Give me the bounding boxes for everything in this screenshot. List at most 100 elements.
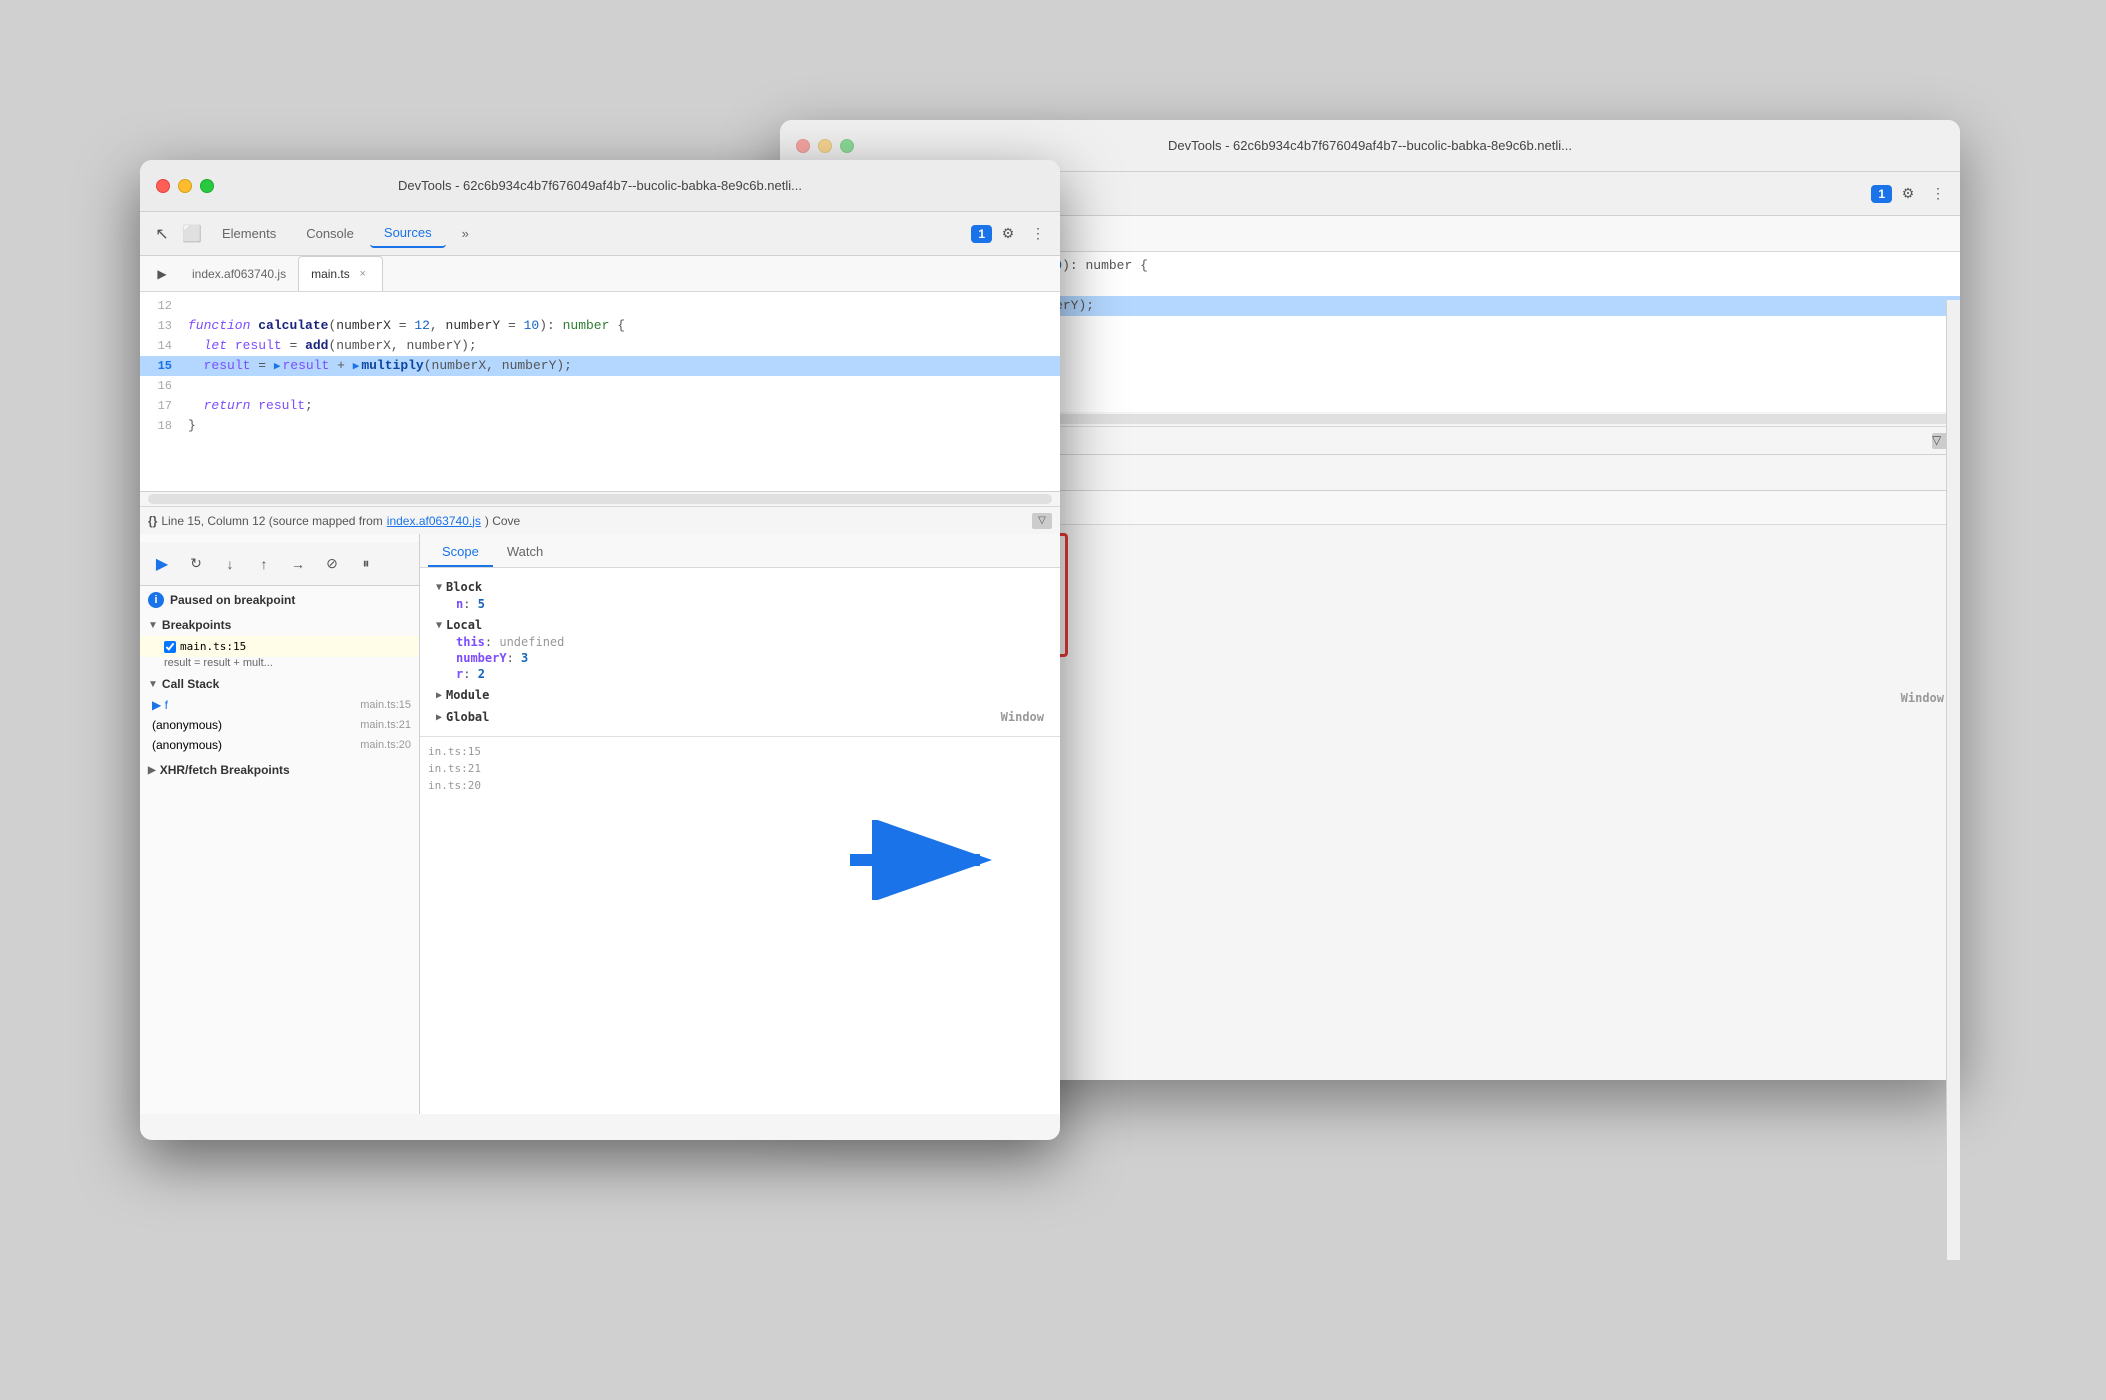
- front-pointer-icon[interactable]: ↖: [148, 220, 176, 248]
- front-debug-step-out[interactable]: ↑: [250, 550, 278, 578]
- front-callstack-item-anon1[interactable]: (anonymous) main.ts:21: [140, 715, 419, 735]
- front-xhr-chevron: ▶: [148, 765, 156, 776]
- front-scope-tab-scope[interactable]: Scope: [428, 538, 493, 567]
- front-callstack-fn-anon2: (anonymous): [152, 738, 222, 752]
- front-file-tab-js-label: index.af063740.js: [192, 267, 286, 281]
- front-callstack-fn-anon1: (anonymous): [152, 718, 222, 732]
- front-callstack-section: ▼ Call Stack ▶ f main.ts:15 (anonymous) …: [140, 673, 419, 755]
- front-global-header[interactable]: ▶ Global Window: [436, 708, 1044, 726]
- front-line-15: 15 result = ▶result + ▶multiply(numberX,…: [140, 356, 1060, 376]
- front-debug-deactivate[interactable]: ⊘: [318, 550, 346, 578]
- front-tab-sources[interactable]: Sources: [370, 219, 446, 248]
- front-tab-more[interactable]: »: [448, 220, 483, 247]
- front-devtools-toolbar: ↖ ⬜ Elements Console Sources » 1 ⚙ ⋮: [140, 212, 1060, 256]
- front-local-section: ▼ Local this: undefined numberY: 3 r: 2: [428, 614, 1052, 684]
- front-callstack-file-anon2: main.ts:20: [360, 739, 411, 751]
- front-debug-step-into[interactable]: ↓: [216, 550, 244, 578]
- front-local-r: r: 2: [436, 666, 1044, 682]
- front-code-editor: 12 13 function calculate(numberX = 12, n…: [140, 292, 1060, 492]
- front-file-tab-ts[interactable]: main.ts ×: [298, 256, 383, 291]
- front-block-label: Block: [446, 580, 482, 594]
- front-block-n: n: 5: [436, 596, 1044, 612]
- front-debug-step[interactable]: →: [284, 550, 312, 578]
- back-window-title: DevTools - 62c6b934c4b7f676049af4b7--buc…: [1168, 138, 1572, 153]
- front-local-chevron: ▼: [436, 620, 442, 631]
- front-global-section: ▶ Global Window: [428, 706, 1052, 728]
- front-line-12: 12: [140, 296, 1060, 316]
- front-breakpoints-header[interactable]: ▼ Breakpoints: [140, 614, 419, 636]
- front-scope-tab-watch[interactable]: Watch: [493, 538, 557, 567]
- front-settings-icon[interactable]: ⚙: [994, 220, 1022, 248]
- front-devtools-window: DevTools - 62c6b934c4b7f676049af4b7--buc…: [140, 160, 1060, 1140]
- front-bp-checkbox[interactable]: [164, 641, 176, 653]
- front-message-badge: 1: [971, 225, 992, 243]
- front-module-chevron: ▶: [436, 690, 442, 701]
- back-close-button[interactable]: [796, 139, 810, 153]
- front-bp-code: result = result + mult...: [140, 657, 419, 669]
- front-local-numbery: numberY: 3: [436, 650, 1044, 666]
- back-scrollbar-vertical[interactable]: [1946, 300, 1960, 1260]
- front-scrollbar[interactable]: [148, 494, 1052, 504]
- front-minimize-button[interactable]: [178, 179, 192, 193]
- front-scope-content: ▼ Block n: 5 ▼ Local: [420, 568, 1060, 736]
- front-module-section: ▶ Module: [428, 684, 1052, 706]
- front-callstack-label: Call Stack: [162, 677, 219, 691]
- front-collapse-icon[interactable]: ▽: [1032, 513, 1052, 529]
- front-status-link[interactable]: index.af063740.js: [387, 514, 481, 528]
- front-debug-toolbar: ▶ ↻ ↓ ↑ → ⊘ ⏸: [140, 542, 419, 586]
- front-line-17: 17 return result;: [140, 396, 1060, 416]
- front-file-nav-icon[interactable]: ▶: [148, 260, 176, 288]
- front-status-suffix: ) Cove: [485, 514, 520, 528]
- front-callstack-item-anon2[interactable]: (anonymous) main.ts:20: [140, 735, 419, 755]
- front-file-tab-js[interactable]: index.af063740.js: [180, 256, 298, 291]
- front-tab-console[interactable]: Console: [292, 220, 368, 247]
- front-left-panel: ▶ ↻ ↓ ↑ → ⊘ ⏸ i Paused on breakpoint ▼: [140, 534, 420, 1114]
- front-line-14: 14 let result = add(numberX, numberY);: [140, 336, 1060, 356]
- front-callstack-hints: in.ts:15 in.ts:21 in.ts:20: [420, 736, 1060, 800]
- front-info-badge: i: [148, 592, 164, 608]
- front-traffic-lights: [156, 179, 214, 193]
- front-xhr-section[interactable]: ▶ XHR/fetch Breakpoints: [140, 759, 419, 781]
- front-global-value: Window: [1001, 710, 1044, 724]
- back-settings-icon[interactable]: ⚙: [1894, 180, 1922, 208]
- front-breakpoints-label: Breakpoints: [162, 618, 231, 632]
- front-line-18: 18 }: [140, 416, 1060, 436]
- front-line-16: 16: [140, 376, 1060, 396]
- front-callstack-item-f[interactable]: ▶ f main.ts:15: [140, 695, 419, 715]
- front-maximize-button[interactable]: [200, 179, 214, 193]
- front-status-braces: {}: [148, 514, 157, 528]
- front-block-header[interactable]: ▼ Block: [436, 578, 1044, 596]
- front-global-label: Global: [446, 710, 489, 724]
- front-paused-section: i Paused on breakpoint: [140, 586, 419, 614]
- front-breakpoints-chevron: ▼: [148, 620, 158, 631]
- front-hint-3: in.ts:20: [428, 779, 1052, 792]
- back-maximize-button[interactable]: [840, 139, 854, 153]
- front-debug-resume[interactable]: ▶: [148, 550, 176, 578]
- front-local-header[interactable]: ▼ Local: [436, 616, 1044, 634]
- front-menu-icon[interactable]: ⋮: [1024, 220, 1052, 248]
- front-close-button[interactable]: [156, 179, 170, 193]
- back-minimize-button[interactable]: [818, 139, 832, 153]
- front-tab-elements[interactable]: Elements: [208, 220, 290, 247]
- front-module-label: Module: [446, 688, 489, 702]
- front-bp-file: main.ts:15: [180, 640, 246, 653]
- front-file-tab-close[interactable]: ×: [356, 267, 370, 281]
- front-hint-2: in.ts:21: [428, 762, 1052, 775]
- front-device-icon[interactable]: ⬜: [178, 220, 206, 248]
- front-window-title: DevTools - 62c6b934c4b7f676049af4b7--buc…: [398, 178, 802, 193]
- blue-arrow-annotation: [840, 820, 1000, 905]
- front-callstack-header[interactable]: ▼ Call Stack: [140, 673, 419, 695]
- front-local-this: this: undefined: [436, 634, 1044, 650]
- front-block-section: ▼ Block n: 5: [428, 576, 1052, 614]
- back-menu-icon[interactable]: ⋮: [1924, 180, 1952, 208]
- blue-arrow-svg: [840, 820, 1000, 900]
- front-file-tabs: ▶ index.af063740.js main.ts ×: [140, 256, 1060, 292]
- front-file-tab-ts-label: main.ts: [311, 267, 350, 281]
- back-traffic-lights: [796, 139, 854, 153]
- front-status-bar: {} Line 15, Column 12 (source mapped fro…: [140, 506, 1060, 534]
- front-module-header[interactable]: ▶ Module: [436, 686, 1044, 704]
- front-callstack-chevron: ▼: [148, 679, 158, 690]
- front-debug-pause[interactable]: ⏸: [352, 550, 380, 578]
- front-debug-step-over[interactable]: ↻: [182, 550, 210, 578]
- back-global-value: Window: [1901, 691, 1944, 705]
